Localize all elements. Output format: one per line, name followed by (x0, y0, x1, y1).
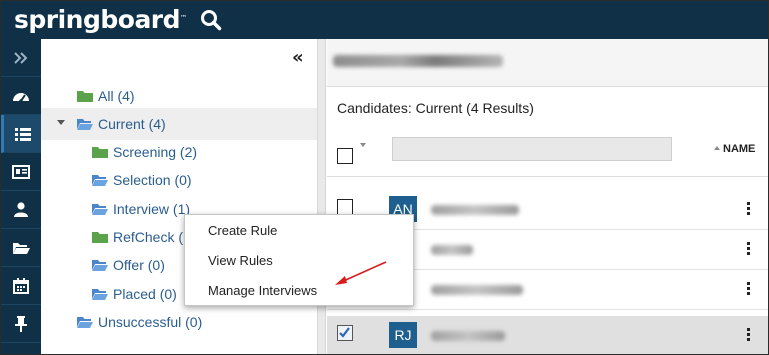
tree-node-placed[interactable]: Placed (0) (92, 283, 177, 305)
search-icon[interactable] (200, 9, 222, 31)
menu-item-manage-interviews[interactable]: Manage Interviews (208, 281, 317, 301)
tree-node-unsuccessful[interactable]: Unsuccessful (0) (77, 311, 202, 333)
nav-pinned[interactable] (1, 305, 41, 343)
row-more-menu-icon[interactable] (745, 328, 751, 344)
table-header-row: NAME (327, 127, 768, 177)
tree-node-label: Placed (0) (113, 286, 177, 302)
expand-nav-button[interactable] (1, 39, 41, 77)
results-heading: Candidates: Current (4 Results) (337, 100, 534, 116)
tree-node-label: All (4) (98, 88, 135, 104)
tree-node-label: Unsuccessful (0) (98, 314, 203, 330)
panel-splitter[interactable] (318, 39, 326, 354)
pipeline-tree-panel: « All (4) Current (4) Screening (2) Sele… (41, 39, 318, 354)
collapse-panel-button[interactable]: « (292, 49, 304, 67)
folder-open-icon (92, 260, 108, 271)
filter-input[interactable] (392, 137, 672, 161)
row-checkbox[interactable] (337, 199, 353, 215)
id-card-icon (12, 164, 30, 179)
pin-icon (15, 315, 27, 332)
tree-node-label: Selection (0) (113, 172, 192, 188)
name-column-header[interactable]: NAME (714, 143, 755, 155)
folder-open-icon (92, 289, 108, 300)
row-more-menu-icon[interactable] (745, 202, 751, 218)
calendar-icon (13, 277, 29, 294)
tree-node-label: Interview (1) (113, 201, 191, 217)
nav-calendar[interactable] (1, 267, 41, 305)
folder-open-icon (92, 204, 108, 215)
page-title-bar (327, 39, 768, 87)
tree-node-label: Screening (2) (113, 144, 198, 160)
tree-node-interview[interactable]: Interview (1) (92, 198, 190, 220)
springboard-logo[interactable]: springboard™ (14, 3, 187, 37)
tree-node-current[interactable]: Current (4) (77, 113, 166, 135)
nav-user[interactable] (1, 191, 41, 229)
menu-item-view-rules[interactable]: View Rules (208, 251, 273, 271)
expand-caret-icon[interactable] (57, 120, 65, 125)
folder-open-icon (77, 317, 93, 328)
redacted-candidate-name[interactable] (431, 285, 523, 295)
redacted-page-title (333, 55, 503, 67)
tree-node-label: Current (4) (98, 116, 166, 132)
tree-node-all[interactable]: All (4) (77, 85, 135, 107)
tree-node-offer[interactable]: Offer (0) (92, 254, 165, 276)
tree-node-refcheck[interactable]: RefCheck ( (92, 226, 183, 248)
nav-candidates-list[interactable] (1, 115, 41, 153)
top-header: springboard™ (1, 1, 768, 39)
redacted-candidate-name[interactable] (431, 205, 519, 215)
redacted-candidate-name[interactable] (431, 245, 473, 255)
select-all-checkbox[interactable] (337, 148, 353, 164)
list-icon (14, 127, 31, 141)
menu-item-create-rule[interactable]: Create Rule (208, 221, 277, 241)
tree-node-label: RefCheck ( (113, 229, 184, 245)
folder-open-icon (77, 119, 93, 130)
tree-node-selection[interactable]: Selection (0) (92, 169, 192, 191)
nav-folders[interactable] (1, 229, 41, 267)
row-more-menu-icon[interactable] (745, 282, 751, 298)
expand-icon (14, 51, 28, 64)
select-options-caret-icon[interactable] (360, 143, 366, 147)
row-checkbox-checked[interactable] (337, 325, 353, 341)
table-row-selected[interactable]: RJ (327, 316, 768, 354)
nav-id-card[interactable] (1, 153, 41, 191)
user-icon (14, 202, 28, 217)
redacted-candidate-name[interactable] (431, 331, 505, 341)
dashboard-icon (13, 92, 29, 103)
app-window: springboard™ « All (4) Current (4) Scree… (0, 0, 769, 355)
tree-node-label: Offer (0) (113, 257, 165, 273)
annotation-arrow-icon (335, 261, 387, 285)
avatar: RJ (389, 322, 417, 348)
row-more-menu-icon[interactable] (745, 242, 751, 258)
tree-node-screening[interactable]: Screening (2) (92, 141, 197, 163)
left-nav-rail (1, 39, 41, 354)
folder-open-icon (13, 242, 30, 254)
checkmark-icon (339, 327, 350, 338)
folder-icon (92, 147, 108, 158)
folder-open-icon (92, 175, 108, 186)
folder-icon (77, 91, 93, 102)
nav-dashboard[interactable] (1, 77, 41, 115)
folder-icon (92, 232, 108, 243)
sort-asc-icon (714, 146, 720, 150)
